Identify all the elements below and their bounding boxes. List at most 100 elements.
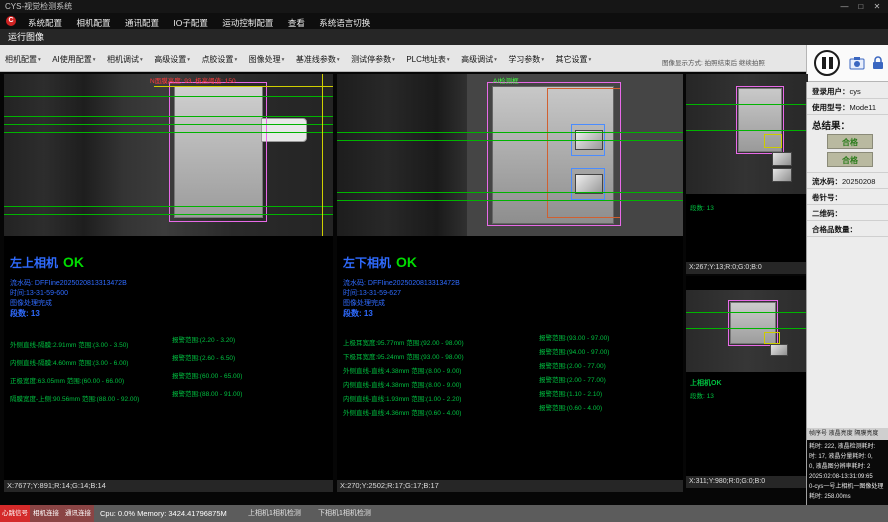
pixel-coords-readout: X:267;Y:13;R:0;G:0;B:0 bbox=[686, 262, 808, 274]
toolbar-camera-debug[interactable]: 相机调试▾ bbox=[104, 51, 146, 68]
model-value: Mode11 bbox=[850, 103, 877, 112]
overlay-measure-text: N面膜高度: 93. 极高阈值: 150 bbox=[150, 75, 236, 85]
metal-tab-region bbox=[770, 344, 788, 356]
overlay-line bbox=[4, 132, 333, 133]
toolbar-teststop-params[interactable]: 测试停参数▾ bbox=[348, 51, 398, 68]
toolbar-advanced-settings[interactable]: 高级设置▾ bbox=[151, 51, 193, 68]
lower-camera-detect-status: 下相机1相机检测 bbox=[318, 505, 371, 522]
toolbar-advanced-debug[interactable]: 高级调试▾ bbox=[458, 51, 500, 68]
chevron-down-icon: ▾ bbox=[337, 57, 340, 63]
camera-connect-indicator: 相机连接 bbox=[30, 505, 62, 522]
pause-bar-icon bbox=[822, 57, 826, 69]
chevron-down-icon: ▾ bbox=[93, 57, 96, 63]
measurement-row: 外侧直线-直线:4.36mm 范围:(0.60 - 4.00)报警范围:(0.6… bbox=[343, 402, 681, 420]
chevron-down-icon: ▾ bbox=[589, 57, 592, 63]
overlay-line bbox=[337, 140, 683, 141]
chevron-down-icon: ▾ bbox=[187, 57, 190, 63]
toolbar-baseline-params[interactable]: 基准线参数▾ bbox=[293, 51, 343, 68]
camera-result-label: 左下相机 OK bbox=[343, 254, 417, 272]
measurement-row: 正极宽度:63.05mm 范围:(60.00 - 66.00)报警范围:(60.… bbox=[10, 370, 330, 388]
close-button[interactable]: ✕ bbox=[870, 0, 884, 13]
camera-name: 左下相机 bbox=[343, 256, 391, 270]
heartbeat-indicator: 心跳信号 bbox=[0, 505, 30, 522]
camera-name: 左上相机 bbox=[10, 256, 58, 270]
stats-line: 0-cys一号上相机一图像处理 bbox=[809, 482, 887, 492]
toolbar-learn-params[interactable]: 学习参数▾ bbox=[505, 51, 547, 68]
needle-row: 卷针号： bbox=[812, 192, 842, 203]
toolbar-plc-address[interactable]: PLC地址表▾ bbox=[403, 51, 452, 68]
toolbar-other-settings[interactable]: 其它设置▾ bbox=[553, 51, 595, 68]
camera-result-label: 左上相机OK bbox=[10, 254, 84, 272]
overlay-rect-magenta bbox=[169, 82, 267, 222]
maximize-button[interactable]: □ bbox=[854, 0, 868, 13]
tab-run-image[interactable]: 运行图像 bbox=[8, 29, 44, 45]
metal-tab-region bbox=[772, 168, 792, 182]
chevron-down-icon: ▾ bbox=[234, 57, 237, 63]
right-info-panel: 登录用户：cys 使用型号：Mode11 总结果： 合格 合格 流水码：2025… bbox=[806, 82, 888, 505]
camera-image[interactable]: AI检测框 bbox=[337, 74, 683, 236]
connector-region bbox=[261, 118, 307, 142]
display-mode-text: 图像显示方式: 拍照结束后 继续拍照 bbox=[662, 57, 804, 67]
divider bbox=[807, 220, 888, 221]
toolbar-dispense-settings[interactable]: 点胶设置▾ bbox=[198, 51, 240, 68]
window-controls: — □ ✕ bbox=[838, 0, 884, 13]
stats-line: 耗时: 222, 液晶检测耗时: bbox=[809, 442, 887, 452]
minimize-button[interactable]: — bbox=[838, 0, 852, 13]
lock-icon[interactable] bbox=[870, 55, 886, 76]
result-box-1: 合格 bbox=[827, 134, 873, 149]
info-status: 图像处理完成 bbox=[10, 298, 52, 308]
upper-camera-detect-status: 上相机1相机检测 bbox=[248, 505, 301, 522]
total-result-label: 总结果： bbox=[812, 118, 850, 132]
small-camera-view-2[interactable]: 上相机OK 段数: 13 X:311;Y:980;R:0;G:0;B:0 bbox=[686, 276, 808, 488]
camera-image[interactable] bbox=[686, 290, 808, 372]
divider bbox=[807, 172, 888, 173]
pause-bar-icon bbox=[829, 57, 833, 69]
info-segment: 段数: 13 bbox=[10, 308, 40, 319]
info-segment: 段数: 13 bbox=[343, 308, 373, 319]
qr-row: 二维码： bbox=[812, 208, 842, 219]
cpu-memory-readout: Cpu: 0.0% Memory: 3424.41796875M bbox=[100, 505, 227, 522]
overlay-line bbox=[4, 96, 333, 97]
login-user-label: 登录用户： bbox=[812, 87, 850, 96]
count-label: 合格品数量： bbox=[812, 225, 857, 234]
ai-box-label: AI检测框 bbox=[493, 75, 519, 85]
overlay-line bbox=[337, 200, 683, 201]
info-time: 时间:13-31-59-627 bbox=[343, 288, 401, 298]
toolbar-ai-config[interactable]: AI使用配置▾ bbox=[49, 51, 98, 68]
pixel-coords-readout: X:7677;Y:891;R:14;G:14;B:14 bbox=[4, 480, 333, 492]
camera-icon[interactable] bbox=[849, 55, 865, 76]
result-ok-line: 上相机OK bbox=[690, 378, 722, 388]
camera-image[interactable]: N面膜高度: 93. 极高阈值: 150 bbox=[4, 74, 333, 236]
pixel-coords-readout: X:270;Y:2502;R:17;G:17;B:17 bbox=[337, 480, 683, 492]
overlay-line bbox=[686, 104, 808, 105]
login-user-value: cys bbox=[850, 87, 861, 96]
overlay-line bbox=[4, 116, 333, 117]
comm-connect-indicator: 通讯连接 bbox=[62, 505, 94, 522]
small-camera-view-1[interactable]: 段数: 13 X:267;Y:13;R:0;G:0;B:0 bbox=[686, 74, 808, 274]
pause-button[interactable] bbox=[814, 50, 840, 76]
overlay-line bbox=[686, 328, 808, 329]
stats-header: 帧序号 液晶亮度 隔膜亮度 bbox=[807, 428, 888, 440]
left-camera-view[interactable]: N面膜高度: 93. 极高阈值: 150 左上相机OK 流水码: DFFIine… bbox=[4, 74, 333, 492]
result-ok-badge: OK bbox=[396, 254, 417, 270]
app-window: CYS-视觉检测系统 — □ ✕ C 系统配置 相机配置 通讯配置 IO子配置 … bbox=[0, 0, 888, 522]
info-segment: 段数: 13 bbox=[690, 202, 714, 212]
result-box-2: 合格 bbox=[827, 152, 873, 167]
camera-image[interactable] bbox=[686, 74, 808, 194]
right-camera-view[interactable]: AI检测框 左下相机OK 流水码: DFFIine202502081331347… bbox=[337, 74, 683, 492]
overlay-line bbox=[4, 206, 333, 207]
serial-row: 流水码：20250208 bbox=[812, 176, 875, 187]
overlay-line bbox=[4, 124, 333, 125]
divider bbox=[807, 98, 888, 99]
metal-tab-region bbox=[772, 152, 792, 166]
capture-control-box bbox=[806, 45, 888, 82]
overlay-rect-yellow bbox=[764, 332, 780, 344]
stats-line: 耗时: 258.00ms bbox=[809, 492, 887, 502]
toolbar-camera-config[interactable]: 相机配置▾ bbox=[2, 51, 44, 68]
toolbar-image-process[interactable]: 图像处理▾ bbox=[246, 51, 288, 68]
divider bbox=[807, 204, 888, 205]
title-bar: CYS-视觉检测系统 — □ ✕ bbox=[0, 0, 888, 13]
serial-label: 流水码： bbox=[812, 177, 842, 186]
chevron-down-icon: ▾ bbox=[494, 57, 497, 63]
pixel-coords-readout: X:311;Y:980;R:0;G:0;B:0 bbox=[686, 476, 808, 488]
